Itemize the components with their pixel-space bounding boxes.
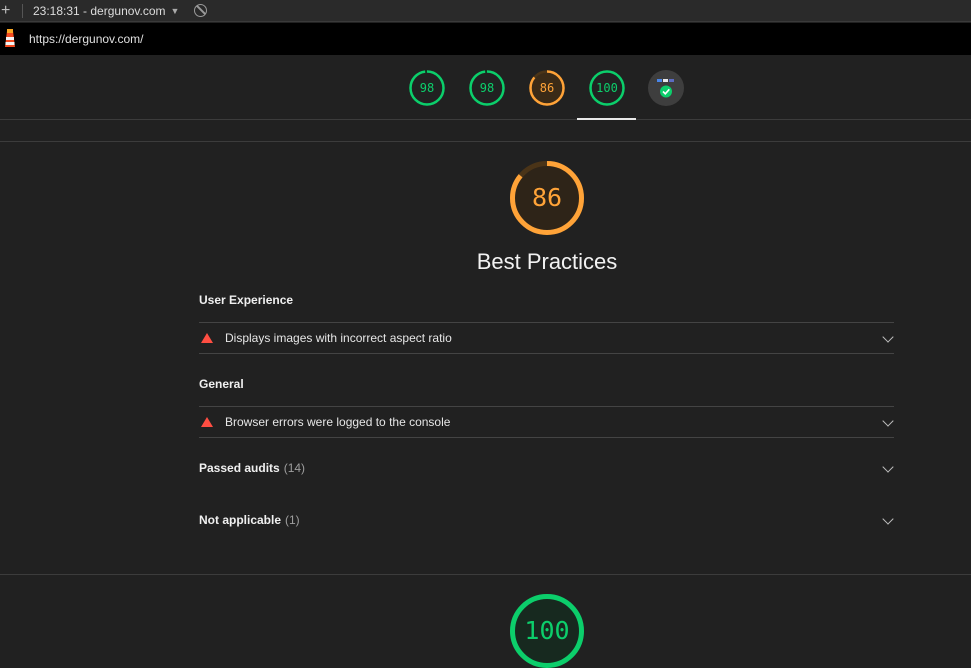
- gauge-accessibility[interactable]: 98: [469, 70, 505, 106]
- score-gauges-nav: 98 98 86 100: [0, 55, 971, 120]
- passed-audits-label: Passed audits: [199, 461, 280, 475]
- gauge-pwa[interactable]: [648, 70, 684, 106]
- chevron-down-icon[interactable]: ▼: [171, 6, 180, 16]
- not-applicable-count: (1): [285, 513, 300, 527]
- category-title: Best Practices: [476, 249, 618, 274]
- not-applicable-label: Not applicable: [199, 513, 282, 527]
- active-tab-indicator: [577, 118, 636, 120]
- gauge-performance[interactable]: 98: [409, 70, 445, 106]
- group-title-general: General: [199, 377, 244, 391]
- pwa-badge-icon: [648, 70, 684, 106]
- group-title-user-experience: User Experience: [199, 293, 294, 307]
- url-bar: https://dergunov.com/: [0, 23, 971, 55]
- gauge-best-practices[interactable]: 86: [529, 70, 565, 106]
- chevron-down-icon[interactable]: [882, 331, 894, 343]
- gauge-seo[interactable]: 100: [589, 70, 625, 106]
- gauge-score: 100: [596, 81, 618, 95]
- audit-title: Displays images with incorrect aspect ra…: [225, 331, 452, 345]
- fail-warning-icon: [201, 333, 213, 343]
- audit-console-errors[interactable]: Browser errors were logged to the consol…: [199, 406, 894, 438]
- next-category-gauge: 100: [510, 594, 584, 668]
- report-selector[interactable]: 23:18:31 - dergunov.com: [33, 4, 166, 18]
- toolbar-separator: [22, 3, 23, 18]
- best-practices-gauge: 86: [510, 161, 584, 235]
- clear-block-icon[interactable]: [194, 4, 208, 17]
- audit-aspect-ratio[interactable]: Displays images with incorrect aspect ra…: [199, 322, 894, 354]
- gauge-score: 86: [539, 81, 555, 95]
- lighthouse-logo-icon: [3, 29, 17, 49]
- gauge-score: 98: [479, 81, 495, 95]
- not-applicable-toggle[interactable]: Not applicable (1): [199, 508, 894, 532]
- chevron-down-icon[interactable]: [882, 461, 894, 473]
- section-divider: [0, 141, 971, 142]
- report-url[interactable]: https://dergunov.com/: [29, 32, 144, 46]
- chevron-down-icon[interactable]: [882, 513, 894, 525]
- passed-audits-toggle[interactable]: Passed audits (14): [199, 456, 894, 480]
- add-report-button[interactable]: +: [0, 2, 14, 19]
- category-score: 86: [531, 183, 563, 212]
- report-toolbar: + 23:18:31 - dergunov.com ▼: [0, 0, 971, 22]
- audit-title: Browser errors were logged to the consol…: [225, 415, 451, 429]
- section-divider: [0, 574, 971, 575]
- passed-audits-count: (14): [283, 461, 306, 475]
- chevron-down-icon[interactable]: [882, 415, 894, 427]
- gauge-score: 98: [419, 81, 435, 95]
- next-category-score: 100: [524, 616, 570, 645]
- fail-warning-icon: [201, 417, 213, 427]
